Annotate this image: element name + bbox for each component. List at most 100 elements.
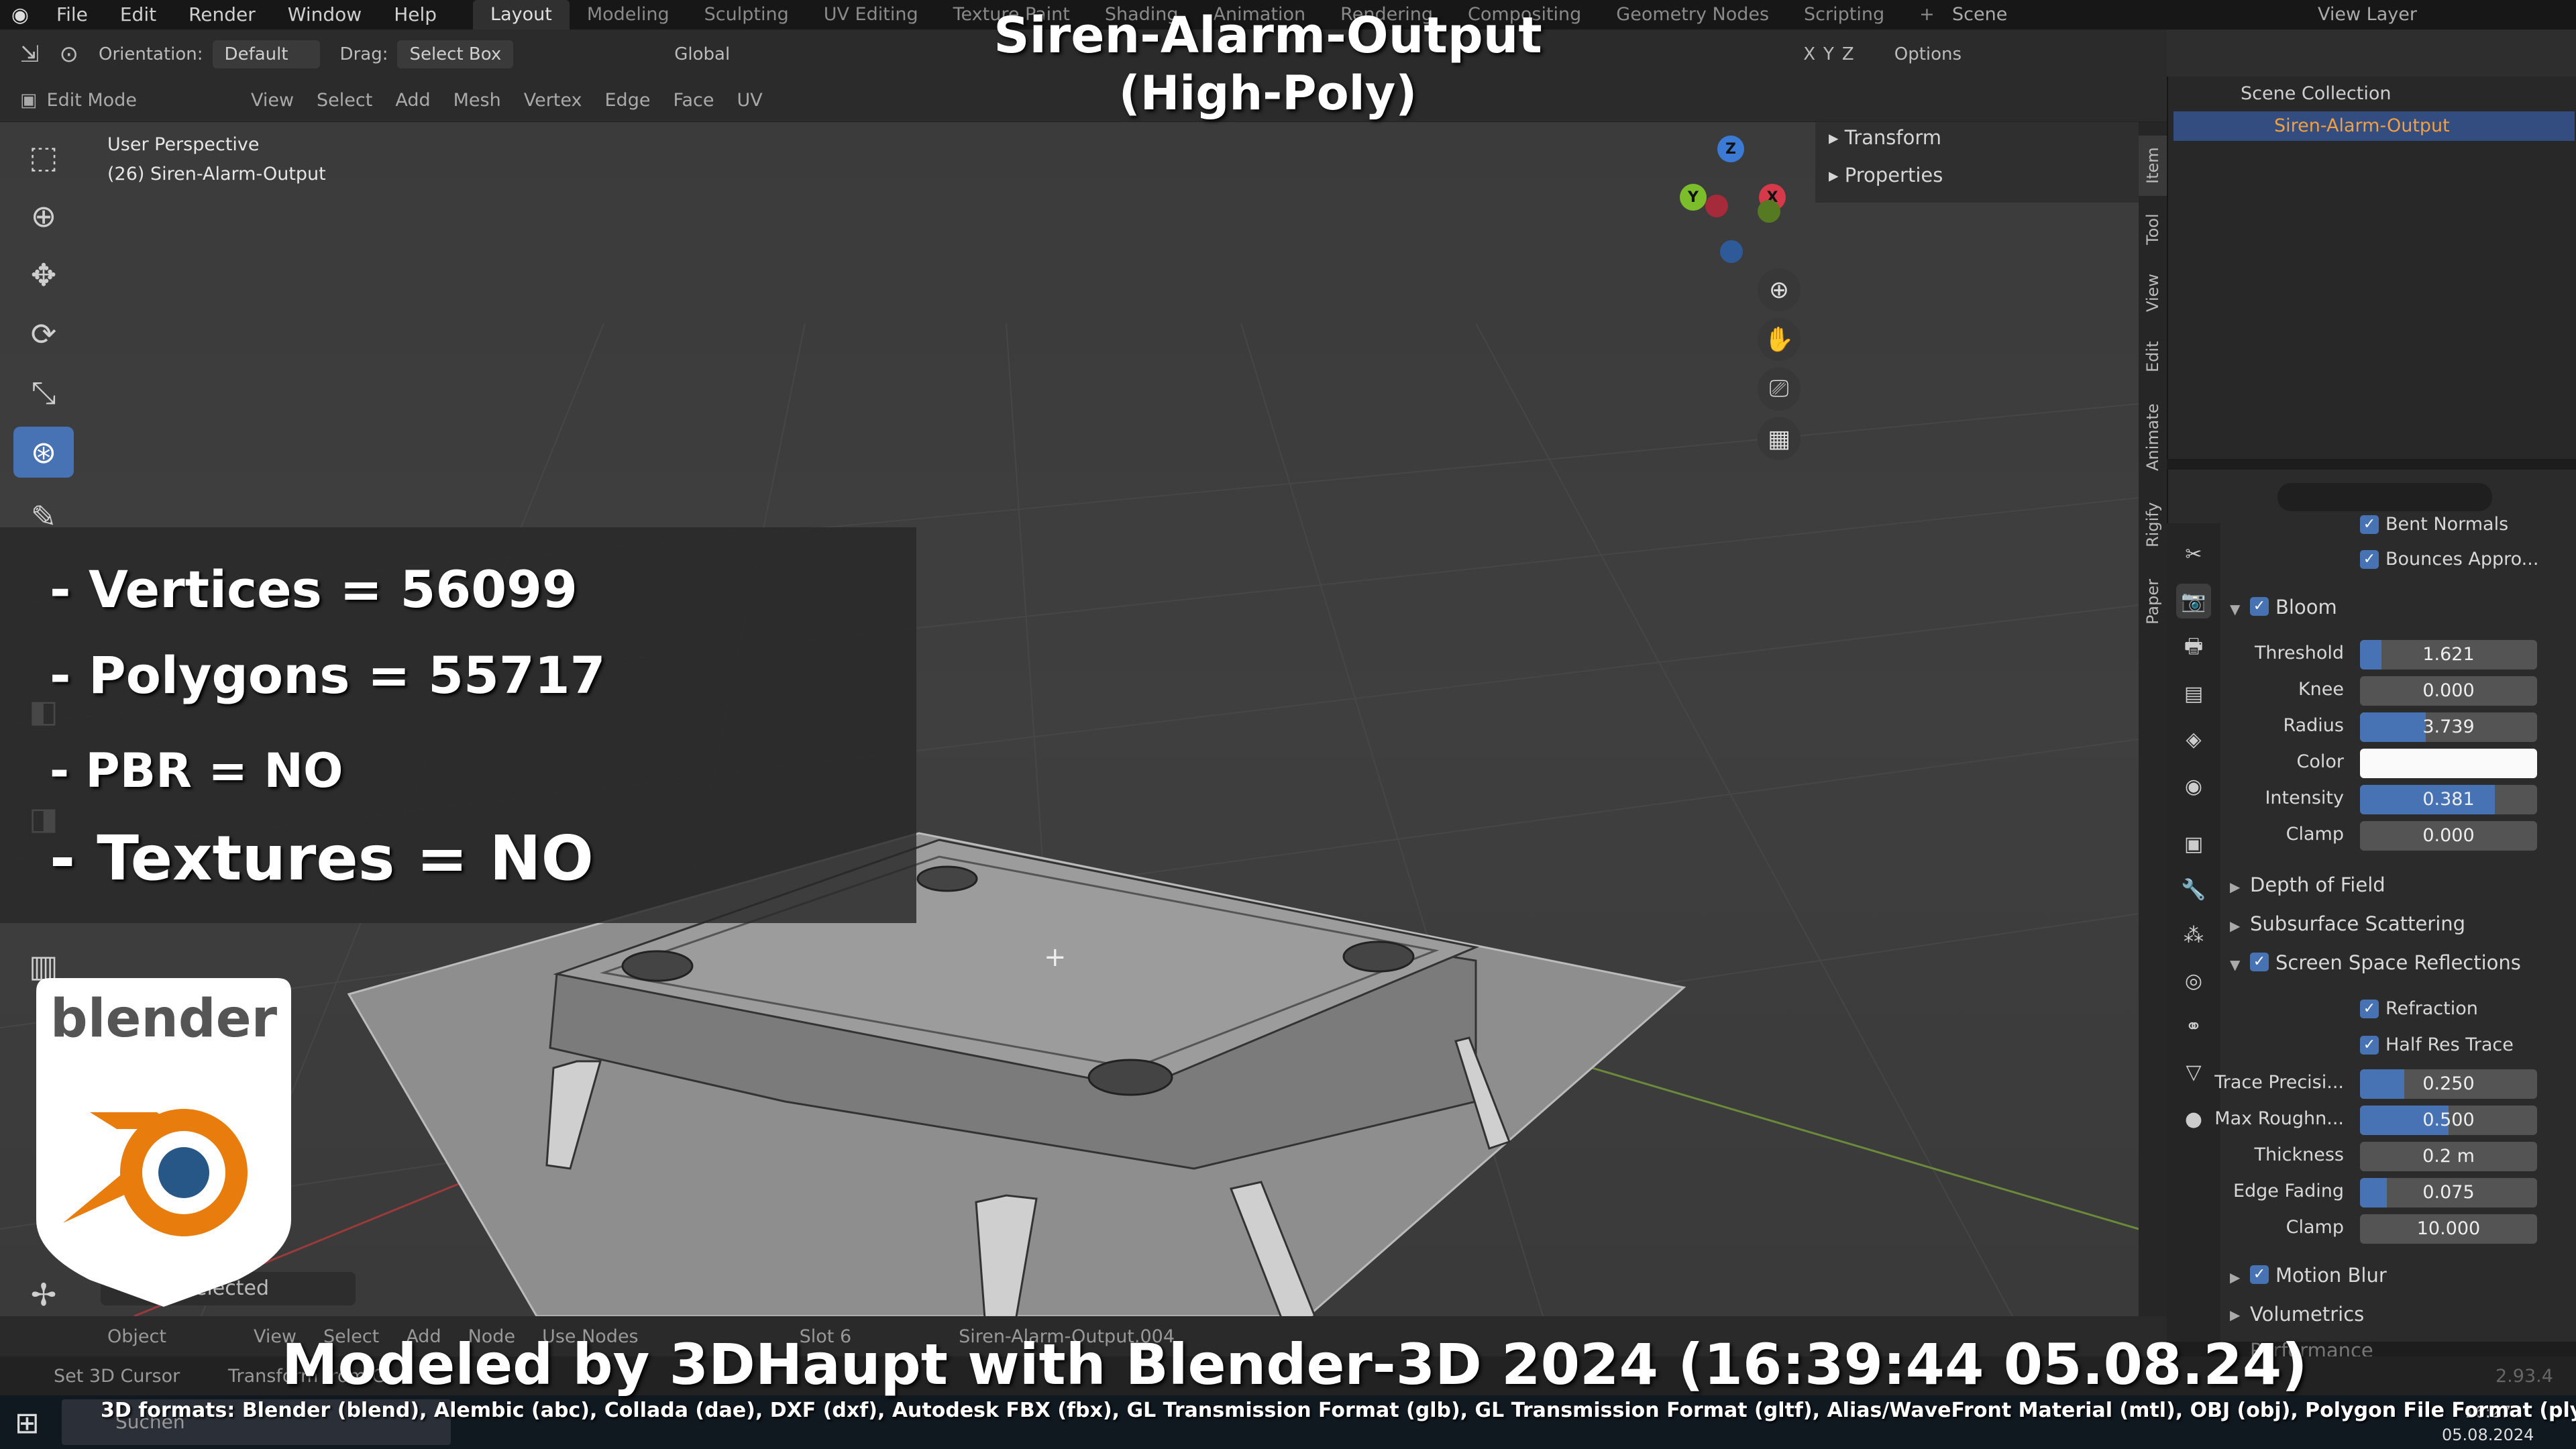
intensity-slider[interactable]: 0.381: [2360, 785, 2537, 814]
axis-z-toggle[interactable]: Z: [1842, 44, 1854, 64]
blender-logo-icon[interactable]: ◉: [0, 0, 40, 30]
scene-selector[interactable]: Scene: [1952, 0, 2007, 30]
particles-icon[interactable]: ⁂: [2176, 918, 2211, 953]
modifier-wrench-icon[interactable]: 🔧: [2176, 872, 2211, 907]
select-tool-icon[interactable]: ⬚: [13, 131, 74, 182]
motion-blur-expand-icon[interactable]: ▶: [2230, 1269, 2240, 1285]
data-mesh-icon[interactable]: ▽: [2176, 1055, 2211, 1089]
tab-edit[interactable]: Edit: [2139, 330, 2167, 384]
view-layer-selector[interactable]: View Layer: [2318, 0, 2417, 30]
orientation-dropdown[interactable]: Default: [212, 40, 320, 68]
ssr-clamp-field[interactable]: 10.000: [2360, 1214, 2537, 1244]
gizmo-neg-y[interactable]: [1758, 200, 1780, 223]
threshold-slider[interactable]: 1.621: [2360, 640, 2537, 669]
sss-expand-icon[interactable]: ▶: [2230, 918, 2240, 934]
tab-tool[interactable]: Tool: [2139, 203, 2167, 256]
transform-section[interactable]: ▸ Transform: [1829, 126, 1941, 149]
max-roughness-slider[interactable]: 0.500: [2360, 1106, 2537, 1135]
tab-scripting[interactable]: Scripting: [1786, 0, 1902, 30]
refraction-checkbox[interactable]: ✓: [2360, 1000, 2379, 1018]
properties-search-input[interactable]: [2277, 483, 2492, 511]
bloom-expand-icon[interactable]: ▼: [2230, 601, 2240, 617]
outliner-object-row[interactable]: Siren-Alarm-Output: [2174, 111, 2575, 141]
scene-collection-label[interactable]: Scene Collection: [2241, 83, 2391, 104]
tool-icon[interactable]: ⇲: [20, 41, 40, 68]
axis-x-toggle[interactable]: X: [1803, 44, 1815, 64]
axis-y-toggle[interactable]: Y: [1823, 44, 1834, 64]
properties-section[interactable]: ▸ Properties: [1829, 164, 1943, 186]
object-dropdown[interactable]: Object: [107, 1326, 166, 1347]
menu-uv[interactable]: UV: [737, 90, 763, 111]
tab-uv-editing[interactable]: UV Editing: [806, 0, 936, 30]
render-icon[interactable]: 📷: [2176, 584, 2211, 619]
edge-fading-slider[interactable]: 0.075: [2360, 1178, 2537, 1208]
ortho-grid-icon[interactable]: ▦: [1758, 417, 1801, 460]
tool-settings-icon[interactable]: ✂: [2176, 537, 2211, 572]
tab-view[interactable]: View: [2139, 263, 2167, 323]
gizmo-z-axis[interactable]: Z: [1717, 136, 1744, 162]
drag-dropdown[interactable]: Select Box: [397, 40, 514, 68]
menu-face[interactable]: Face: [673, 90, 714, 111]
rotate-tool-icon[interactable]: ⟳: [13, 309, 74, 360]
menu-file[interactable]: File: [40, 0, 104, 30]
ssr-checkbox[interactable]: ✓: [2250, 953, 2269, 971]
menu-render[interactable]: Render: [172, 0, 272, 30]
tab-sculpting[interactable]: Sculpting: [687, 0, 806, 30]
menu-add[interactable]: Add: [395, 90, 430, 111]
menu-window[interactable]: Window: [272, 0, 378, 30]
volumetrics-expand-icon[interactable]: ▶: [2230, 1307, 2240, 1323]
bent-normals-checkbox[interactable]: ✓: [2360, 515, 2379, 534]
transform-pivot-icon[interactable]: ⊙: [60, 41, 79, 68]
options-dropdown[interactable]: Options: [1894, 44, 1962, 64]
half-res-trace-checkbox[interactable]: ✓: [2360, 1036, 2379, 1055]
material-icon[interactable]: ●: [2176, 1102, 2211, 1136]
knee-slider[interactable]: 0.000: [2360, 676, 2537, 706]
color-swatch[interactable]: [2360, 749, 2537, 778]
thickness-field[interactable]: 0.2 m: [2360, 1142, 2537, 1171]
bloom-clamp-slider[interactable]: 0.000: [2360, 821, 2537, 851]
tab-animate[interactable]: Animate: [2139, 390, 2167, 484]
menu-help[interactable]: Help: [378, 0, 453, 30]
trace-precision-slider[interactable]: 0.250: [2360, 1069, 2537, 1099]
gizmo-neg-x[interactable]: [1705, 195, 1728, 217]
tab-geometry-nodes[interactable]: Geometry Nodes: [1599, 0, 1786, 30]
motion-blur-section[interactable]: Motion Blur: [2275, 1264, 2387, 1287]
constraints-icon[interactable]: ⚭: [2176, 1009, 2211, 1044]
gizmo-neg-z[interactable]: [1720, 240, 1743, 263]
add-workspace-button[interactable]: +: [1902, 0, 1952, 30]
mode-dropdown[interactable]: Edit Mode: [47, 90, 137, 111]
tab-modeling[interactable]: Modeling: [570, 0, 687, 30]
bloom-checkbox[interactable]: ✓: [2250, 597, 2269, 616]
physics-icon[interactable]: ◎: [2176, 963, 2211, 998]
tab-item[interactable]: Item: [2139, 136, 2167, 196]
volumetrics-section[interactable]: Volumetrics: [2250, 1303, 2364, 1326]
tab-layout[interactable]: Layout: [473, 0, 570, 30]
menu-mesh[interactable]: Mesh: [453, 90, 501, 111]
menu-vertex[interactable]: Vertex: [524, 90, 582, 111]
radius-slider[interactable]: 3.739: [2360, 712, 2537, 742]
object-icon[interactable]: ▣: [2176, 826, 2211, 861]
ssr-expand-icon[interactable]: ▼: [2230, 957, 2240, 973]
move-tool-icon[interactable]: ✥: [13, 250, 74, 301]
view-layer-icon[interactable]: ▤: [2176, 676, 2211, 711]
menu-view[interactable]: View: [251, 90, 294, 111]
output-icon[interactable]: 🖶: [2176, 631, 2211, 665]
cursor-tool-icon[interactable]: ⊕: [13, 191, 74, 241]
world-icon[interactable]: ◉: [2176, 769, 2211, 804]
motion-blur-checkbox[interactable]: ✓: [2250, 1265, 2269, 1284]
menu-select[interactable]: Select: [317, 90, 372, 111]
zoom-icon[interactable]: ⊕: [1758, 268, 1801, 311]
scale-tool-icon[interactable]: ⤡: [13, 368, 74, 419]
camera-icon[interactable]: ⎚: [1758, 368, 1801, 411]
depth-of-field-section[interactable]: Depth of Field: [2250, 873, 2385, 896]
pan-hand-icon[interactable]: ✋: [1758, 318, 1801, 361]
gizmo-y-axis[interactable]: Y: [1680, 184, 1707, 211]
subsurface-scattering-section[interactable]: Subsurface Scattering: [2250, 912, 2465, 935]
windows-start-icon[interactable]: ⊞: [15, 1406, 40, 1440]
transform-tool-icon[interactable]: ⊛: [13, 427, 74, 478]
menu-edge[interactable]: Edge: [605, 90, 651, 111]
tab-paper[interactable]: Paper: [2139, 565, 2167, 639]
transform-space-dropdown[interactable]: Global: [674, 44, 730, 64]
dof-expand-icon[interactable]: ▶: [2230, 879, 2240, 895]
bounces-approx-checkbox[interactable]: ✓: [2360, 550, 2379, 569]
